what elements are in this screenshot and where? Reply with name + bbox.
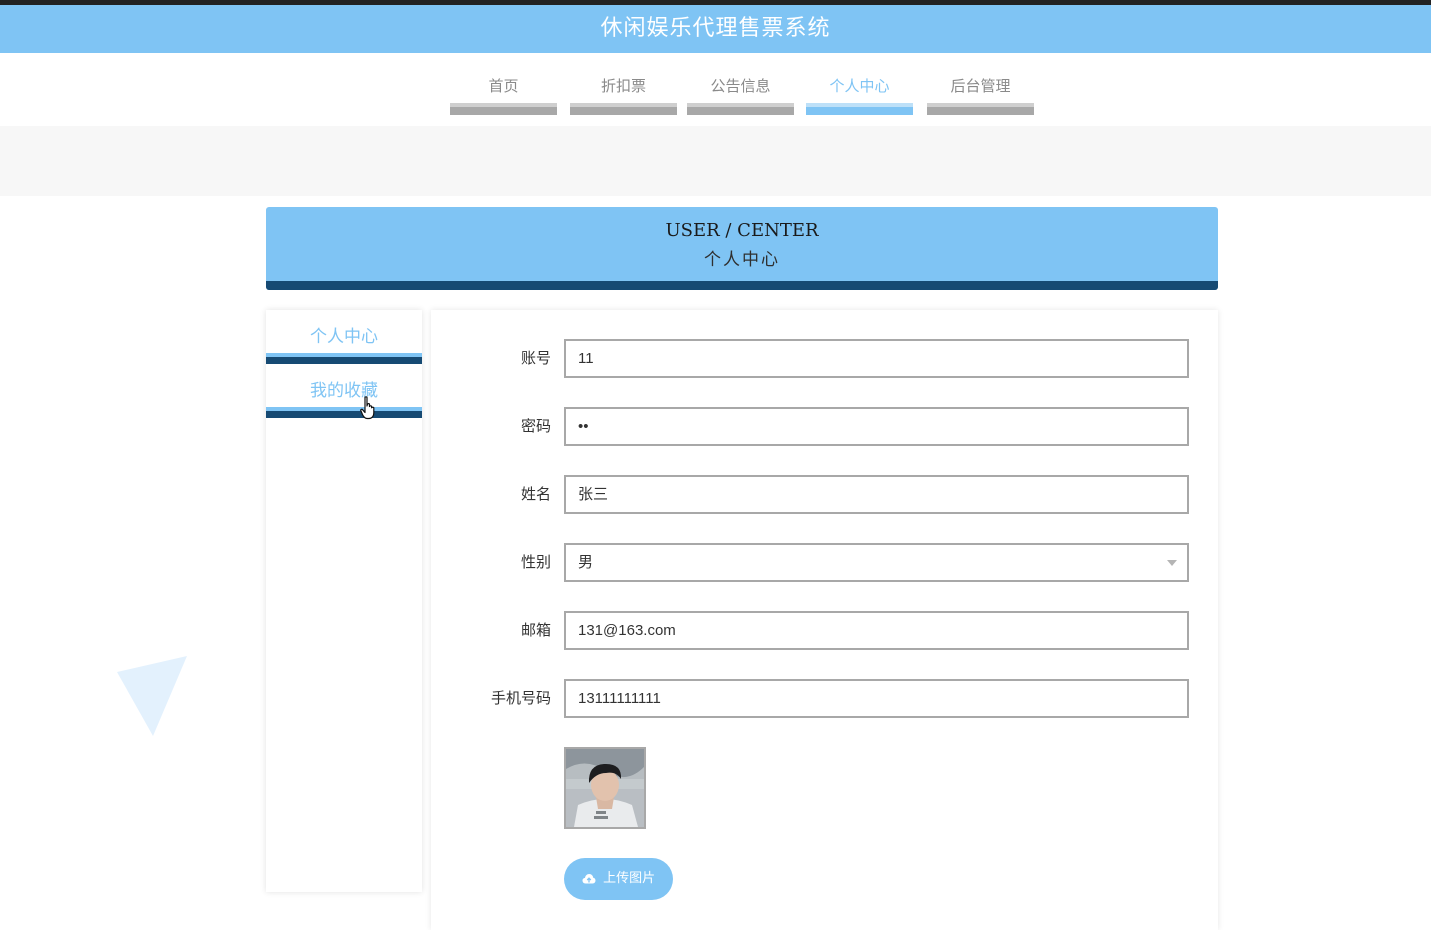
form-row-email: 邮箱 131@163.com (431, 611, 1218, 651)
password-label: 密码 (520, 417, 551, 435)
sidebar-item-favorites[interactable]: 我的收藏 (266, 364, 422, 418)
form-row-password: 密码 •• (431, 407, 1218, 447)
cloud-upload-icon (582, 874, 596, 884)
sidebar: 个人中心 我的收藏 (266, 310, 422, 892)
section-banner: USER / CENTER 个人中心 (266, 207, 1218, 290)
gender-label: 性别 (520, 553, 551, 571)
nav-home-bar (450, 103, 557, 115)
avatar-image (564, 747, 646, 829)
profile-form: 账号 11 密码 •• 姓名 张三 性别 男 邮箱 131@163.com 手机… (431, 310, 1218, 930)
form-row-phone: 手机号码 13111111111 (431, 679, 1218, 719)
email-label: 邮箱 (520, 621, 551, 639)
nav-home-label: 首页 (488, 77, 519, 95)
sidebar-item-user-center[interactable]: 个人中心 (266, 310, 422, 364)
decorative-triangle (117, 656, 187, 736)
nav-user-center-bar (806, 103, 913, 115)
nav-discount-tickets-label: 折扣票 (600, 77, 646, 95)
name-label: 姓名 (520, 485, 551, 503)
grey-band (0, 126, 1431, 196)
nav-user-center[interactable]: 个人中心 (806, 53, 913, 115)
nav-announcements-label: 公告信息 (710, 77, 771, 95)
nav-admin[interactable]: 后台管理 (927, 53, 1034, 115)
email-input[interactable]: 131@163.com (564, 611, 1189, 650)
nav-admin-label: 后台管理 (950, 77, 1011, 95)
banner-title-cn: 个人中心 (704, 250, 780, 270)
nav-discount-tickets-bar (570, 103, 677, 115)
nav-admin-bar (927, 103, 1034, 115)
form-row-name: 姓名 张三 (431, 475, 1218, 515)
form-row-account: 账号 11 (431, 339, 1218, 379)
sidebar-item-favorites-label: 我的收藏 (310, 381, 378, 401)
form-row-gender: 性别 男 (431, 543, 1218, 583)
site-header: 休闲娱乐代理售票系统 (0, 5, 1431, 53)
nav-discount-tickets[interactable]: 折扣票 (570, 53, 677, 115)
gender-select-value: 男 (578, 554, 594, 571)
banner-title-en: USER / CENTER (665, 220, 819, 241)
banner-underline (266, 281, 1218, 290)
account-label: 账号 (520, 349, 551, 367)
nav-announcements-bar (687, 103, 794, 115)
phone-label: 手机号码 (490, 689, 551, 707)
chevron-down-icon (1167, 560, 1177, 566)
nav-announcements[interactable]: 公告信息 (687, 53, 794, 115)
gender-select[interactable]: 男 (564, 543, 1189, 582)
sidebar-item-divider (266, 407, 422, 418)
phone-input[interactable]: 13111111111 (564, 679, 1189, 718)
sidebar-item-user-center-label: 个人中心 (310, 327, 378, 347)
name-input[interactable]: 张三 (564, 475, 1189, 514)
upload-image-button[interactable]: 上传图片 (564, 858, 673, 900)
hand-pointer-icon (360, 396, 375, 420)
nav-home[interactable]: 首页 (450, 53, 557, 115)
upload-image-label: 上传图片 (603, 871, 656, 886)
main-nav: 首页 折扣票 公告信息 个人中心 后台管理 (0, 53, 1431, 126)
sidebar-item-divider (266, 353, 422, 364)
account-input[interactable]: 11 (564, 339, 1189, 378)
site-title: 休闲娱乐代理售票系统 (600, 16, 831, 41)
password-input[interactable]: •• (564, 407, 1189, 446)
nav-user-center-label: 个人中心 (829, 77, 890, 95)
